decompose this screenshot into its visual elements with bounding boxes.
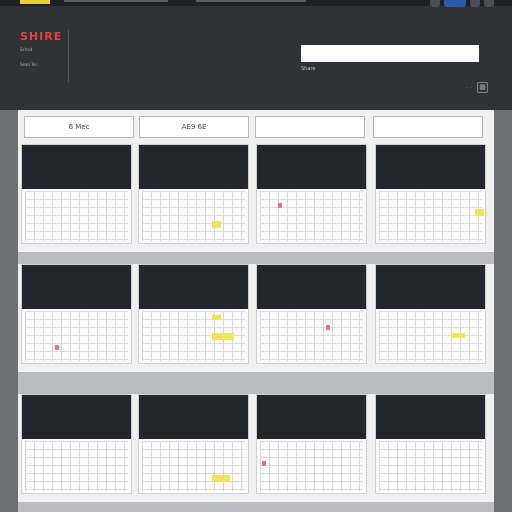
- schedule-card[interactable]: [21, 144, 132, 244]
- highlight-cell[interactable]: [212, 333, 234, 340]
- schedule-board: 6 Mec AE9 6E: [18, 110, 494, 512]
- highlight-cell[interactable]: [262, 461, 266, 466]
- window-controls: [430, 0, 494, 7]
- tab-bar: 6 Mec AE9 6E: [18, 116, 494, 140]
- highlight-cell[interactable]: [212, 221, 221, 228]
- card-header: [376, 395, 485, 439]
- card-header: [376, 145, 485, 189]
- logo-subtitle: Sched: [20, 47, 33, 52]
- top-bar: SHIRE Sched Sean Ter Share · · · ▦: [0, 0, 512, 110]
- schedule-card[interactable]: [21, 394, 132, 494]
- card-header: [257, 145, 366, 189]
- app-logo[interactable]: SHIRE: [20, 30, 68, 43]
- schedule-card[interactable]: [375, 144, 486, 244]
- highlight-cell[interactable]: [475, 209, 484, 216]
- minimize-icon[interactable]: [430, 0, 440, 7]
- card-header: [257, 265, 366, 309]
- schedule-grid[interactable]: [142, 311, 245, 361]
- row-divider: [18, 372, 494, 394]
- card-header: [376, 265, 485, 309]
- schedule-grid[interactable]: [142, 441, 245, 491]
- card-header: [139, 265, 248, 309]
- logo-caption: Sean Ter: [20, 62, 38, 67]
- schedule-card[interactable]: [375, 394, 486, 494]
- schedule-card[interactable]: [138, 394, 249, 494]
- card-header: [139, 395, 248, 439]
- schedule-card[interactable]: [256, 394, 367, 494]
- search-meta: Share: [301, 66, 491, 72]
- schedule-grid[interactable]: [260, 311, 363, 361]
- toolbar: · · · ▦: [466, 82, 488, 93]
- schedule-card[interactable]: [138, 264, 249, 364]
- account-icon[interactable]: [444, 0, 466, 7]
- row-divider: [18, 502, 494, 512]
- schedule-grid[interactable]: [25, 441, 128, 491]
- tab-3[interactable]: [255, 116, 365, 138]
- card-row: [18, 264, 494, 372]
- schedule-card[interactable]: [256, 264, 367, 364]
- tab-4[interactable]: [373, 116, 483, 138]
- card-row: [18, 144, 494, 252]
- schedule-grid[interactable]: [379, 311, 482, 361]
- tab-1[interactable]: 6 Mec: [24, 116, 134, 138]
- schedule-card[interactable]: [138, 144, 249, 244]
- highlight-cell[interactable]: [55, 345, 59, 350]
- tab-2[interactable]: AE9 6E: [139, 116, 249, 138]
- schedule-grid[interactable]: [379, 191, 484, 241]
- brand-mark: [20, 0, 50, 4]
- highlight-cell[interactable]: [451, 333, 465, 338]
- top-nav-link-1[interactable]: [64, 0, 168, 2]
- calendar-icon[interactable]: ▦: [477, 82, 488, 93]
- card-row: [18, 394, 494, 502]
- search-input[interactable]: [301, 45, 479, 62]
- highlight-cell[interactable]: [212, 315, 221, 320]
- card-header: [139, 145, 248, 189]
- schedule-grid[interactable]: [260, 441, 363, 491]
- highlight-cell[interactable]: [278, 203, 282, 208]
- card-header: [22, 265, 131, 309]
- top-nav-link-2[interactable]: [196, 0, 306, 2]
- schedule-card[interactable]: [21, 264, 132, 364]
- highlight-cell[interactable]: [212, 475, 230, 482]
- row-divider: [18, 252, 494, 264]
- schedule-grid[interactable]: [25, 311, 128, 361]
- schedule-grid[interactable]: [379, 441, 482, 491]
- card-header: [257, 395, 366, 439]
- highlight-cell[interactable]: [326, 325, 330, 330]
- schedule-grid[interactable]: [142, 191, 245, 241]
- card-header: [22, 145, 131, 189]
- schedule-card[interactable]: [375, 264, 486, 364]
- toolbar-hint: · · ·: [465, 85, 472, 90]
- menu-icon[interactable]: [470, 0, 480, 7]
- logo-block: SHIRE Sched Sean Ter: [20, 30, 69, 82]
- schedule-card[interactable]: [256, 144, 367, 244]
- card-header: [22, 395, 131, 439]
- schedule-grid[interactable]: [260, 191, 363, 241]
- close-icon[interactable]: [484, 0, 494, 7]
- schedule-grid[interactable]: [25, 191, 128, 241]
- search-meta-end: Share: [301, 66, 316, 72]
